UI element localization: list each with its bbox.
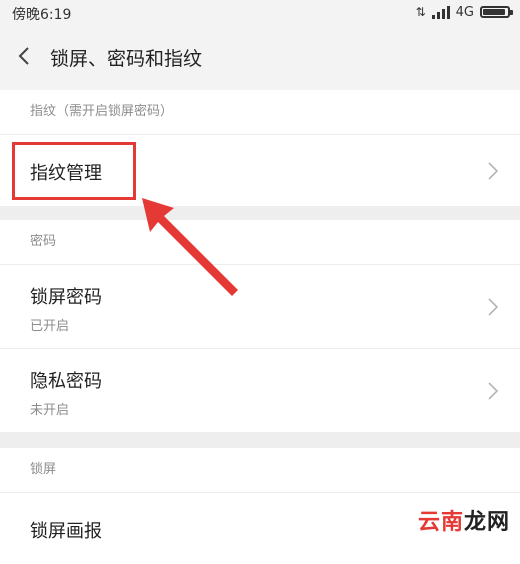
watermark-part1: 云南	[417, 510, 464, 535]
section-divider	[0, 206, 520, 220]
app-header: 锁屏、密码和指纹	[0, 24, 520, 91]
data-transfer-icon: ⇅	[415, 5, 426, 19]
back-button[interactable]	[10, 42, 38, 70]
lock-screen-password-item[interactable]: 锁屏密码 已开启	[0, 264, 520, 348]
item-title: 锁屏密码	[30, 287, 102, 308]
section-label-password: 密码	[0, 220, 520, 264]
chevron-right-icon	[488, 298, 499, 316]
chevron-left-icon	[18, 47, 29, 65]
chevron-right-icon	[488, 162, 499, 180]
item-status: 未开启	[30, 403, 70, 418]
page-title: 锁屏、密码和指纹	[50, 48, 203, 70]
watermark: 云南龙网	[413, 502, 514, 538]
item-title: 隐私密码	[30, 371, 102, 392]
status-time: 傍晚6:19	[12, 7, 72, 23]
privacy-password-item[interactable]: 隐私密码 未开启	[0, 348, 520, 432]
status-icons: ⇅ 4G	[415, 3, 513, 21]
section-label-lock-screen: 锁屏	[0, 448, 520, 492]
battery-icon	[480, 6, 513, 18]
item-status: 已开启	[30, 319, 70, 334]
highlight-box	[12, 142, 136, 200]
item-title: 锁屏画报	[30, 521, 102, 542]
section-divider	[0, 432, 520, 448]
signal-icon	[431, 5, 450, 19]
red-arrow-icon	[142, 198, 238, 296]
section-label-fingerprint: 指纹（需开启锁屏密码）	[0, 90, 520, 134]
network-type: 4G	[455, 4, 474, 20]
chevron-right-icon	[488, 382, 499, 400]
status-bar: 傍晚6:19 ⇅ 4G	[0, 0, 520, 24]
watermark-part2: 龙网	[463, 510, 510, 535]
